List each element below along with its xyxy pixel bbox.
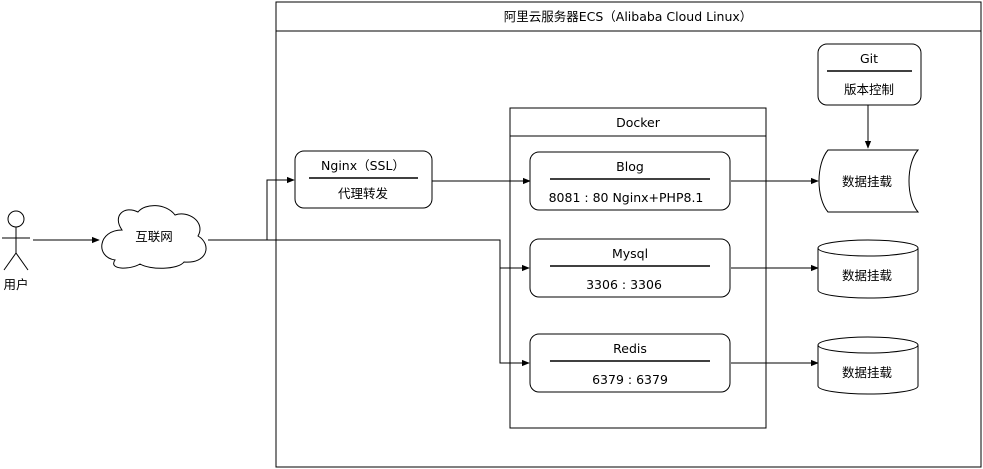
internet-cloud: 互联网 — [101, 205, 207, 269]
redis-subtitle: 6379 : 6379 — [592, 372, 668, 387]
git-node: Git 版本控制 — [817, 43, 922, 106]
blog-subtitle: 8081 : 80 Nginx+PHP8.1 — [549, 190, 704, 205]
git-subtitle: 版本控制 — [844, 82, 894, 97]
redis-title: Redis — [613, 341, 647, 356]
mysql-storage-label: 数据挂载 — [842, 268, 893, 283]
user-label: 用户 — [3, 277, 28, 292]
redis-storage-label: 数据挂载 — [842, 365, 893, 380]
user-actor: 用户 — [2, 210, 30, 292]
blog-node: Blog 8081 : 80 Nginx+PHP8.1 — [529, 151, 731, 211]
blog-title: Blog — [616, 159, 644, 174]
blog-storage-label: 数据挂载 — [842, 174, 893, 189]
redis-node: Redis 6379 : 6379 — [529, 333, 731, 393]
nginx-subtitle: 代理转发 — [338, 186, 389, 201]
mysql-subtitle: 3306 : 3306 — [586, 277, 662, 292]
ecs-server-title: 阿里云服务器ECS（Alibaba Cloud Linux） — [504, 9, 753, 24]
nginx-title: Nginx（SSL） — [321, 158, 405, 173]
git-title: Git — [860, 51, 878, 66]
nginx-node: Nginx（SSL） 代理转发 — [294, 150, 433, 209]
architecture-diagram: 阿里云服务器ECS（Alibaba Cloud Linux） Docker 用户… — [2, 1, 982, 468]
docker-title: Docker — [616, 115, 661, 130]
internet-label: 互联网 — [135, 229, 173, 244]
mysql-node: Mysql 3306 : 3306 — [529, 238, 731, 298]
redis-storage: 数据挂载 — [817, 336, 919, 395]
mysql-title: Mysql — [612, 246, 648, 261]
blog-storage: 数据挂载 — [818, 149, 920, 213]
mysql-storage: 数据挂载 — [817, 239, 919, 299]
user-icon — [2, 210, 30, 271]
